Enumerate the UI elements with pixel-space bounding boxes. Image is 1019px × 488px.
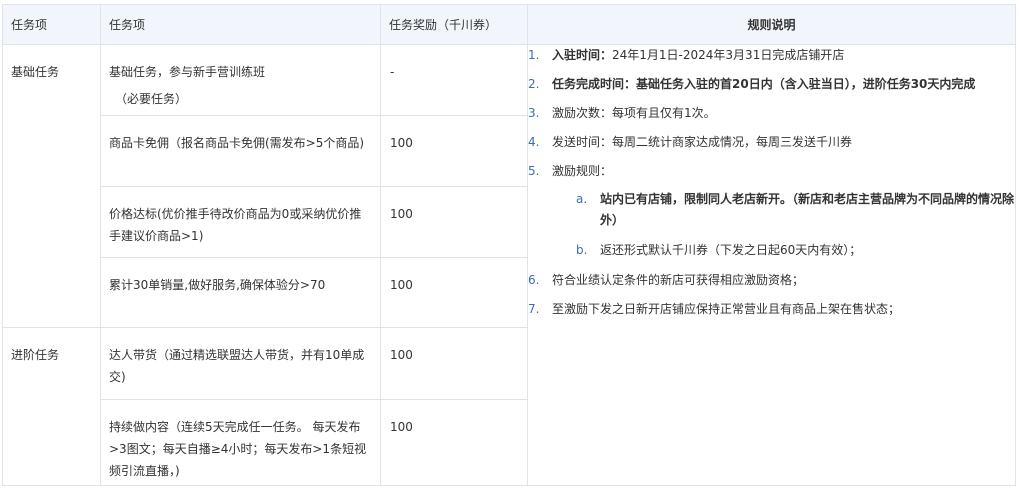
task-name: 持续做内容（连续5天完成任一任务。 每天发布>3图文；每天自播≥4小时；每天发布… xyxy=(109,420,367,478)
rule-number: 4. xyxy=(528,135,540,149)
table-header-row: 任务项 任务项 任务奖励（千川券） 规则说明 xyxy=(2,4,1016,45)
task-name: 累计30单销量,做好服务,确保体验分>70 xyxy=(109,278,326,292)
task-reward: 100 xyxy=(390,420,413,434)
task-cell: 持续做内容（连续5天完成任一任务。 每天发布>3图文；每天自播≥4小时；每天发布… xyxy=(100,399,381,486)
rule-text: 激励次数：每项有且仅有1次。 xyxy=(552,106,716,120)
reward-cell: 100 xyxy=(380,186,528,258)
task-cell: 商品卡免佣（报名商品卡免佣(需发布>5个商品) xyxy=(100,115,381,187)
rule-label: 入驻时间： xyxy=(552,48,613,62)
rule-number: 5. xyxy=(528,164,540,178)
rule-item-6: 6. 符合业绩认定条件的新店可获得相应激励资格； xyxy=(528,270,1015,290)
header-task: 任务项 xyxy=(100,4,381,45)
task-cell: 基础任务，参与新手营训练班 （必要任务） xyxy=(100,44,381,116)
rules-list: 1. 入驻时间：24年1月1日-2024年3月31日完成店铺开店 2. 任务完成… xyxy=(528,45,1015,319)
rule-subitem-b: b. 返还形式默认千川券（下发之日起60天内有效）； xyxy=(576,240,1015,261)
task-cell: 达人带货（通过精选联盟达人带货，并有10单成交) xyxy=(100,327,381,400)
task-rules-table-container: 任务项 任务项 任务奖励（千川券） 规则说明 基础任务 基础任务，参与新手营训练… xyxy=(0,0,1019,488)
rule-number: 3. xyxy=(528,106,540,120)
task-note: （必要任务） xyxy=(115,92,188,106)
rule-text: 激励规则： xyxy=(552,164,613,178)
rule-item-5: 5. 激励规则： a. 站内已有店铺，限制同人老店新开。（新店和老店主营品牌为不… xyxy=(528,161,1015,261)
rule-item-4: 4. 发送时间：每周二统计商家达成情况，每周三发送千川券 xyxy=(528,132,1015,152)
category-basic: 基础任务 xyxy=(11,65,60,79)
task-name: 基础任务，参与新手营训练班 xyxy=(109,65,266,79)
rules-sublist: a. 站内已有店铺，限制同人老店新开。（新店和老店主营品牌为不同品牌的情况除外）… xyxy=(552,189,1015,261)
task-reward: 100 xyxy=(390,348,413,362)
reward-cell: 100 xyxy=(380,399,528,486)
reward-cell: 100 xyxy=(380,257,528,328)
task-reward: 100 xyxy=(390,278,413,292)
rule-text: 符合业绩认定条件的新店可获得相应激励资格； xyxy=(552,273,805,287)
task-rules-table: 任务项 任务项 任务奖励（千川券） 规则说明 基础任务 基础任务，参与新手营训练… xyxy=(2,4,1016,486)
rule-item-1: 1. 入驻时间：24年1月1日-2024年3月31日完成店铺开店 xyxy=(528,45,1015,65)
rule-text: 24年1月1日-2024年3月31日完成店铺开店 xyxy=(612,48,845,62)
rule-item-7: 7. 至激励下发之日新开店铺应保持正常营业且有商品上架在售状态； xyxy=(528,299,1015,319)
rule-subtext: 返还形式默认千川券（下发之日起60天内有效）； xyxy=(600,243,862,257)
rule-number: 7. xyxy=(528,302,540,316)
rule-subitem-a: a. 站内已有店铺，限制同人老店新开。（新店和老店主营品牌为不同品牌的情况除外） xyxy=(576,189,1015,231)
rule-subnumber: b. xyxy=(576,243,588,257)
category-advanced: 进阶任务 xyxy=(11,348,60,362)
task-name: 商品卡免佣（报名商品卡免佣(需发布>5个商品) xyxy=(109,136,365,150)
rule-item-2: 2. 任务完成时间：基础任务入驻的首20日内（含入驻当日），进阶任务30天内完成 xyxy=(528,74,1015,94)
rule-number: 6. xyxy=(528,273,540,287)
task-name: 达人带货（通过精选联盟达人带货，并有10单成交) xyxy=(109,348,365,384)
rule-text: 任务完成时间：基础任务入驻的首20日内（含入驻当日），进阶任务30天内完成 xyxy=(552,77,976,91)
reward-cell: 100 xyxy=(380,115,528,187)
header-category: 任务项 xyxy=(2,4,101,45)
task-reward: 100 xyxy=(390,136,413,150)
rule-text: 至激励下发之日新开店铺应保持正常营业且有商品上架在售状态； xyxy=(552,302,901,316)
category-cell-advanced: 进阶任务 xyxy=(2,327,101,486)
header-rules: 规则说明 xyxy=(527,4,1016,45)
rule-item-3: 3. 激励次数：每项有且仅有1次。 xyxy=(528,103,1015,123)
rule-subnumber: a. xyxy=(576,192,588,206)
table-row: 基础任务 基础任务，参与新手营训练班 （必要任务） - 1. 入驻时间：24年1… xyxy=(2,44,1016,486)
header-reward: 任务奖励（千川券） xyxy=(380,4,528,45)
task-cell: 累计30单销量,做好服务,确保体验分>70 xyxy=(100,257,381,328)
reward-cell: - xyxy=(380,44,528,116)
rules-cell: 1. 入驻时间：24年1月1日-2024年3月31日完成店铺开店 2. 任务完成… xyxy=(527,44,1016,486)
rule-text: 发送时间：每周二统计商家达成情况，每周三发送千川券 xyxy=(552,135,853,149)
rule-subtext: 站内已有店铺，限制同人老店新开。（新店和老店主营品牌为不同品牌的情况除外） xyxy=(600,192,1015,227)
rule-number: 2. xyxy=(528,77,540,91)
category-cell-basic: 基础任务 xyxy=(2,44,101,328)
rule-number: 1. xyxy=(528,48,540,62)
task-name: 价格达标(优价推手待改价商品为0或采纳优价推手建议价商品>1) xyxy=(109,207,362,243)
reward-cell: 100 xyxy=(380,327,528,400)
task-reward: - xyxy=(390,65,395,79)
task-cell: 价格达标(优价推手待改价商品为0或采纳优价推手建议价商品>1) xyxy=(100,186,381,258)
task-reward: 100 xyxy=(390,207,413,221)
